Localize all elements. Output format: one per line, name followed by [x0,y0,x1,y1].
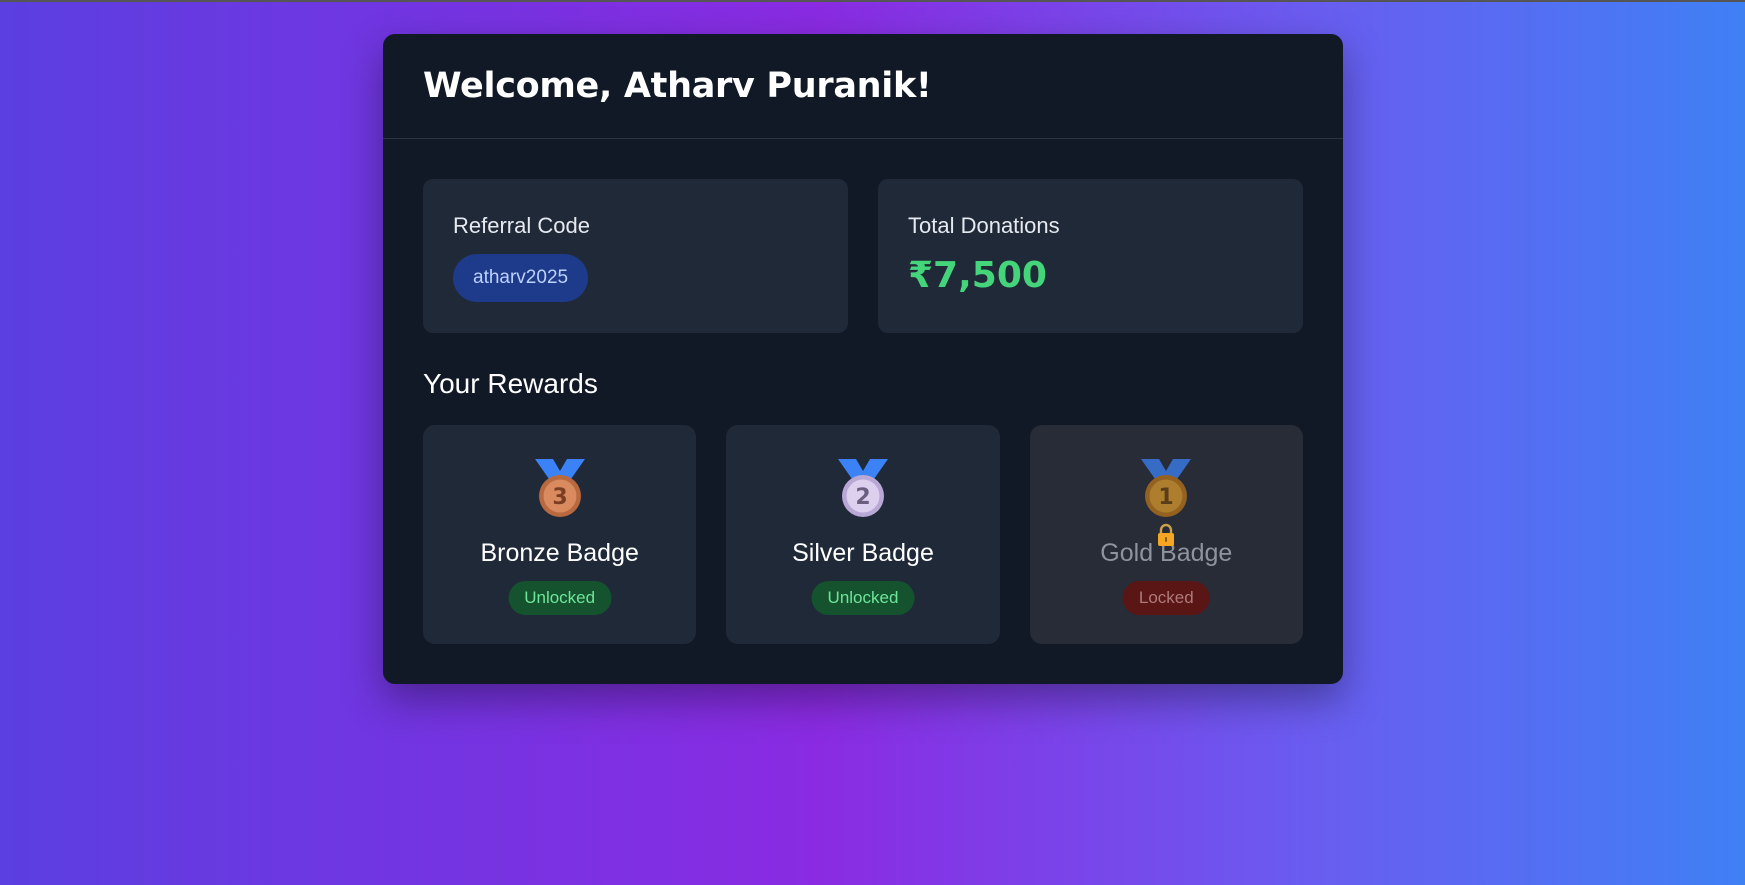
reward-name: Bronze Badge [480,539,639,567]
reward-card-bronze: 3 Bronze Badge Unlocked [423,425,697,644]
status-badge: Unlocked [811,581,915,615]
rewards-heading: Your Rewards [423,368,598,399]
svg-text:2: 2 [855,485,870,510]
lock-icon [1158,523,1175,546]
rewards-grid: 3 Bronze Badge Unlocked 2 Silver Badge U… [423,425,1303,644]
gold-medal-icon: 1 [1141,459,1192,517]
bronze-medal-icon: 3 [534,459,585,517]
referral-code-label: Referral Code [453,213,590,238]
welcome-card: Welcome, Atharv Puranik! Referral Code a… [383,34,1343,684]
reward-card-gold: 1 Gold Badge Locked [1029,425,1303,644]
total-donations-panel: Total Donations ₹7,500 [878,179,1303,333]
svg-text:1: 1 [1159,485,1174,510]
stats-row: Referral Code atharv2025 Total Donations… [423,179,1303,333]
status-badge: Unlocked [508,581,612,615]
total-donations-label: Total Donations [908,213,1060,238]
card-header: Welcome, Atharv Puranik! [383,34,1343,139]
reward-card-silver: 2 Silver Badge Unlocked [726,425,1000,644]
reward-name: Silver Badge [792,539,934,567]
page-title: Welcome, Atharv Puranik! [423,66,932,106]
silver-medal-icon: 2 [837,459,888,517]
referral-code-value[interactable]: atharv2025 [453,254,589,302]
referral-code-panel: Referral Code atharv2025 [423,179,848,333]
status-badge: Locked [1122,581,1210,615]
svg-text:3: 3 [552,485,567,510]
total-donations-value: ₹7,500 [908,255,1047,296]
